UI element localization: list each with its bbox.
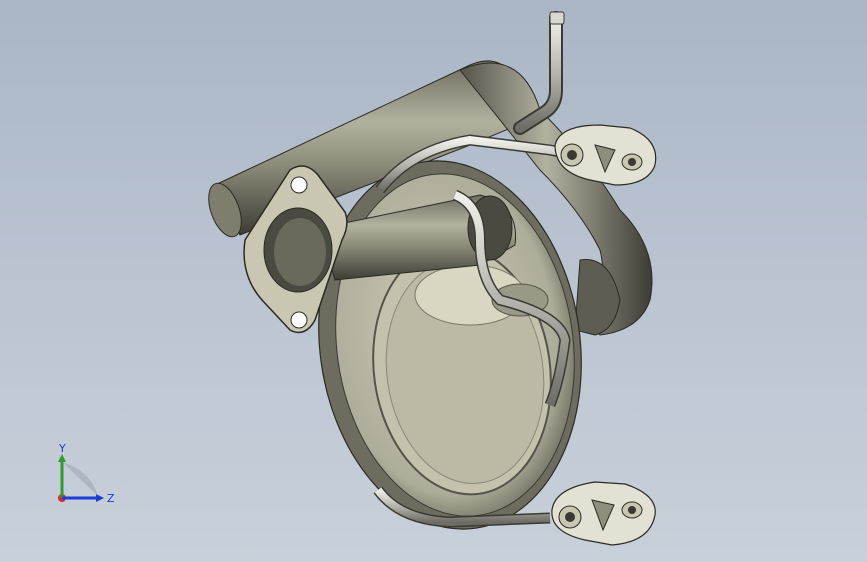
triad-y-axis (58, 454, 66, 498)
triad-y-label: Y (58, 442, 66, 455)
triad-z-label: Z (107, 492, 115, 505)
axis-triad[interactable]: Y Z (50, 440, 120, 510)
triad-plane-indicator (62, 462, 98, 496)
bracket-bottom (551, 481, 656, 546)
cad-viewport[interactable] (0, 0, 867, 562)
